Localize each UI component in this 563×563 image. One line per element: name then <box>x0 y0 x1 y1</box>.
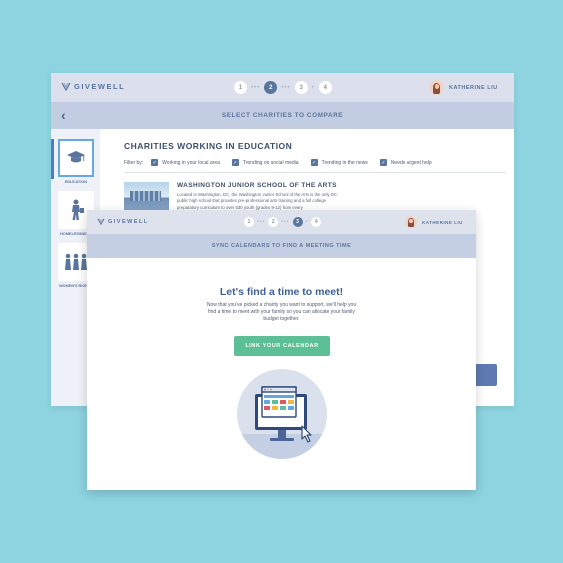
section-title: CHARITIES WORKING IN EDUCATION <box>124 141 293 151</box>
step-4[interactable]: 4 <box>318 81 332 94</box>
sub-header-title: SELECT CHARITIES TO COMPARE <box>221 112 344 119</box>
step-separator: ••• <box>251 84 261 91</box>
step-3[interactable]: 3 <box>294 81 308 94</box>
category-label: EDUCATION <box>64 180 88 184</box>
filter-local-area[interactable]: ✓ Working in your local area <box>151 159 220 166</box>
givewell-logo-icon <box>61 82 71 91</box>
avatar <box>429 80 444 95</box>
sub-header-title: SYNC CALENDARS TO FIND A MEETING TIME <box>211 243 352 249</box>
user-menu[interactable]: KATHERINE LIU <box>405 216 463 228</box>
step-4[interactable]: 4 <box>311 217 322 227</box>
top-bar: GIVEWELL 1 ••• 2 ••• 3 • 4 KATHERINE LIU <box>87 210 476 234</box>
sub-header: SYNC CALENDARS TO FIND A MEETING TIME <box>87 234 476 258</box>
filter-option-label: Trending on social media <box>242 159 299 166</box>
filter-urgent[interactable]: ✓ Needs urgent help <box>379 159 432 166</box>
sub-header: ‹ SELECT CHARITIES TO COMPARE <box>51 102 514 129</box>
checkbox-checked-icon[interactable]: ✓ <box>379 159 387 166</box>
brand-name: GIVEWELL <box>108 218 149 225</box>
filter-option-label: Trending in the news <box>321 159 368 166</box>
givewell-logo[interactable]: GIVEWELL <box>97 218 149 225</box>
page-title: Let's find a time to meet! <box>219 286 344 298</box>
filter-news[interactable]: ✓ Trending in the news <box>310 159 368 166</box>
filter-option-label: Working in your local area <box>162 159 220 166</box>
selected-indicator <box>51 139 54 179</box>
user-menu[interactable]: KATHERINE LIU <box>429 80 498 95</box>
avatar <box>405 216 417 228</box>
filter-option-label: Needs urgent help <box>390 159 432 166</box>
charity-name: WASHINGTON JUNIOR SCHOOL OF THE ARTS <box>177 182 337 189</box>
givewell-logo[interactable]: GIVEWELL <box>61 82 125 91</box>
step-separator: ••• <box>281 84 291 91</box>
progress-steps: 1 ••• 2 ••• 3 • 4 <box>244 217 322 227</box>
link-calendar-button[interactable]: LINK YOUR CALENDAR <box>234 336 330 356</box>
user-name: KATHERINE LIU <box>449 84 498 91</box>
givewell-logo-icon <box>97 218 105 225</box>
divider <box>124 172 506 173</box>
step-separator: ••• <box>257 219 266 225</box>
progress-steps: 1 ••• 2 ••• 3 • 4 <box>234 81 332 94</box>
brand-name: GIVEWELL <box>74 82 126 91</box>
step-3[interactable]: 3 <box>292 217 303 227</box>
filter-social-media[interactable]: ✓ Trending on social media <box>231 159 299 166</box>
step-separator: ••• <box>281 219 290 225</box>
top-bar: GIVEWELL 1 ••• 2 ••• 3 • 4 KATHERINE LIU <box>51 73 514 102</box>
checkbox-checked-icon[interactable]: ✓ <box>151 159 159 166</box>
category-education[interactable]: EDUCATION <box>58 139 94 184</box>
step-1[interactable]: 1 <box>234 81 247 94</box>
sync-calendars-window: GIVEWELL 1 ••• 2 ••• 3 • 4 KATHERINE LIU… <box>87 210 476 490</box>
intro-text: Now that you've picked a charity you wan… <box>206 302 357 322</box>
user-name: KATHERINE LIU <box>422 219 463 225</box>
checkbox-checked-icon[interactable]: ✓ <box>231 159 239 166</box>
step-separator: • <box>305 219 309 225</box>
step-separator: • <box>311 84 315 91</box>
step-1[interactable]: 1 <box>244 217 254 227</box>
calendar-monitor-icon <box>237 369 327 459</box>
charity-description: Located in Washington, DC, the Washingto… <box>177 192 337 210</box>
step-2[interactable]: 2 <box>268 217 279 227</box>
step-2[interactable]: 2 <box>264 81 278 94</box>
graduation-cap-icon <box>58 139 94 177</box>
filter-label: Filter by: <box>124 159 144 166</box>
charity-image <box>124 182 169 210</box>
checkbox-checked-icon[interactable]: ✓ <box>310 159 318 166</box>
filter-bar: Filter by: ✓ Working in your local area ✓… <box>124 159 444 166</box>
